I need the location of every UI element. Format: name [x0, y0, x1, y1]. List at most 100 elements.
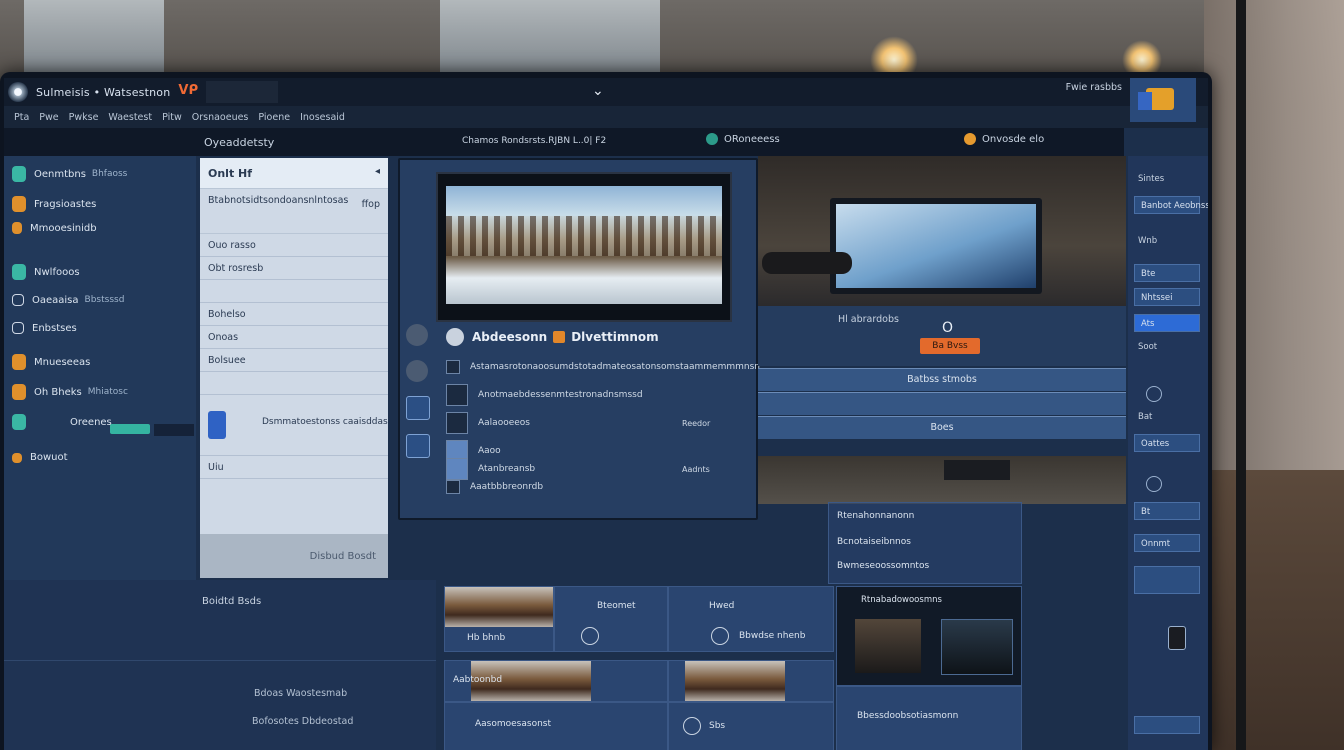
monitor-tile[interactable]: Rtnabadowoosmns — [836, 586, 1022, 686]
list-item[interactable]: Ouo rasso — [200, 234, 388, 257]
list-item[interactable]: Uiu — [200, 456, 388, 479]
video-frame — [446, 186, 722, 304]
right-item[interactable]: Nhtssei — [1134, 288, 1200, 306]
list-item[interactable]: Bohelso — [200, 303, 388, 326]
list-item[interactable]: Obt rosresb — [200, 257, 388, 280]
grid-cell[interactable]: Hwed Bbwdse nhenb — [668, 586, 834, 652]
toolbar: Oyeaddetsty Chamos Rondsrsts.RJBN L..0| … — [4, 128, 1124, 156]
grid-cell[interactable]: Aasomoesasonst — [444, 702, 668, 750]
video-player[interactable] — [436, 172, 732, 322]
stripe-row — [758, 392, 1126, 415]
bottom-row[interactable]: Bdoas Waostesmab — [254, 688, 347, 699]
right-item[interactable]: Oattes — [1134, 434, 1200, 452]
thumb-icon — [446, 384, 468, 406]
list-item[interactable]: Bolsuee — [200, 349, 388, 372]
avatar — [683, 717, 701, 735]
section-title: Oyeaddetsty — [204, 136, 275, 149]
right-item[interactable]: Sintes — [1138, 174, 1164, 184]
info-panel: Hl abrardobs O Ba Bvss — [758, 306, 1126, 366]
list-item-selected[interactable]: Dsmmatoestonss caaisddas — [200, 395, 388, 456]
list-footer[interactable]: Disbud Bosdt — [200, 534, 388, 578]
menu-right-label[interactable]: Fwie rasbbs — [1066, 82, 1122, 93]
right-item[interactable]: Banbot Aeobnss — [1134, 196, 1208, 214]
laptop-image — [830, 198, 1042, 294]
right-item[interactable]: Bt — [1134, 502, 1200, 520]
media-row[interactable]: Atanbreansb Aadnts — [446, 458, 710, 480]
tabs-label[interactable]: Chamos Rondsrsts.RJBN L..0| F2 — [462, 136, 606, 146]
lock-icon[interactable] — [1168, 626, 1186, 650]
status-b[interactable]: Onvosde elo — [964, 133, 1044, 145]
right-item-active[interactable]: Ats — [1134, 314, 1200, 332]
right-item[interactable]: Bat — [1138, 412, 1152, 422]
sidebar-item[interactable]: Oenmtbns Bhfaoss — [12, 166, 127, 182]
list-item[interactable] — [200, 280, 388, 303]
screen-icon[interactable] — [406, 396, 430, 420]
strip[interactable]: Rtenahonnanonn Bcnotaiseibnnos Bwmeseoos… — [828, 502, 1022, 584]
doc-icon — [12, 196, 26, 212]
grid-cell[interactable]: Bteomet — [554, 586, 668, 652]
sidebar-item[interactable]: Mnueseeas — [12, 354, 90, 370]
status-badge[interactable]: Ba Bvss — [920, 338, 980, 354]
thumbnail-image — [855, 619, 921, 673]
thumbnail-image — [445, 587, 553, 627]
star-icon — [12, 354, 26, 370]
menu-item[interactable]: Pwe — [39, 112, 58, 123]
live-icon — [553, 331, 566, 343]
grid-cell[interactable]: Sbs — [668, 702, 834, 750]
right-item[interactable]: Bte — [1134, 264, 1200, 282]
media-row[interactable]: Anotmaebdessenmtestronadnsmssd — [446, 384, 643, 406]
right-item[interactable] — [1134, 716, 1200, 734]
divider — [4, 660, 436, 661]
collapse-icon[interactable]: ◂ — [375, 166, 380, 177]
grid-cell[interactable]: Bbessdoobsotiasmonn — [836, 686, 1022, 750]
status-a[interactable]: ORoneeess — [706, 133, 780, 145]
menu-item[interactable]: Inosesaid — [300, 112, 345, 123]
menu-item[interactable]: Pioene — [258, 112, 290, 123]
sidebar-item[interactable]: Fragsioastes — [12, 196, 96, 212]
preview-area — [758, 156, 1126, 306]
menu-item[interactable]: Pwkse — [69, 112, 99, 123]
list-item[interactable]: Onoas — [200, 326, 388, 349]
mute-icon[interactable] — [406, 360, 428, 382]
stripe-row[interactable]: Batbss stmobs — [758, 368, 1126, 391]
menu-item[interactable]: Orsnaoeues — [192, 112, 249, 123]
circle-icon — [12, 322, 24, 334]
refresh-icon[interactable] — [581, 627, 599, 645]
menu-item[interactable]: Pta — [14, 112, 29, 123]
progress-track — [154, 424, 194, 436]
media-row[interactable]: Astamasrotonaoosumdstotadmateosatonsomst… — [446, 360, 760, 374]
sidebar-item[interactable]: Oh Bheks Mhiatosc — [12, 384, 128, 400]
chart-icon[interactable] — [1146, 386, 1162, 402]
sidebar-item[interactable]: Oaeaaisa Bbstsssd — [12, 294, 124, 306]
title-field[interactable] — [206, 81, 279, 103]
stripe-row[interactable]: Boes — [758, 416, 1126, 439]
user-icon — [12, 222, 22, 234]
layout-icon[interactable] — [406, 434, 430, 458]
bottom-row[interactable]: Bofosotes Dbdeostad — [252, 716, 353, 727]
toggle-icon[interactable] — [208, 411, 226, 439]
screen: Sulmeisis • Watsestnon ᐯᑭ ⌄ Pta Pwe Pwks… — [4, 78, 1208, 750]
media-row[interactable]: Aaatbbbreonrdb — [446, 480, 543, 494]
chevron-down-icon[interactable]: ⌄ — [592, 83, 604, 99]
sidebar-item[interactable]: Enbstses — [12, 322, 77, 334]
record-icon[interactable] — [406, 324, 428, 346]
sidebar-item[interactable]: Nwlfooos — [12, 264, 80, 280]
sidebar-item[interactable]: Mmooesinidb — [12, 222, 97, 234]
sidebar-item[interactable]: Bowuot — [12, 452, 68, 463]
bottom-title: Boidtd Bsds — [202, 596, 262, 607]
folder-icon[interactable] — [1130, 78, 1196, 122]
right-item[interactable] — [1134, 566, 1200, 594]
grid-cell[interactable]: Aabtoonbd — [444, 660, 668, 702]
right-item[interactable]: Soot — [1138, 342, 1157, 352]
user-icon[interactable] — [1146, 476, 1162, 492]
sidebar-item[interactable]: Oreenes — [12, 414, 112, 430]
media-row[interactable]: Aalaooeeos Reedor — [446, 412, 710, 434]
grid-cell[interactable] — [668, 660, 834, 702]
list-item[interactable] — [200, 372, 388, 395]
right-item[interactable]: Onnmt — [1134, 534, 1200, 552]
menu-item[interactable]: Pitw — [162, 112, 182, 123]
right-item[interactable]: Wnb — [1138, 236, 1157, 246]
menu-item[interactable]: Waestest — [108, 112, 152, 123]
grid-cell[interactable]: Hb bhnb — [444, 586, 554, 652]
camera-icon[interactable] — [711, 627, 729, 645]
